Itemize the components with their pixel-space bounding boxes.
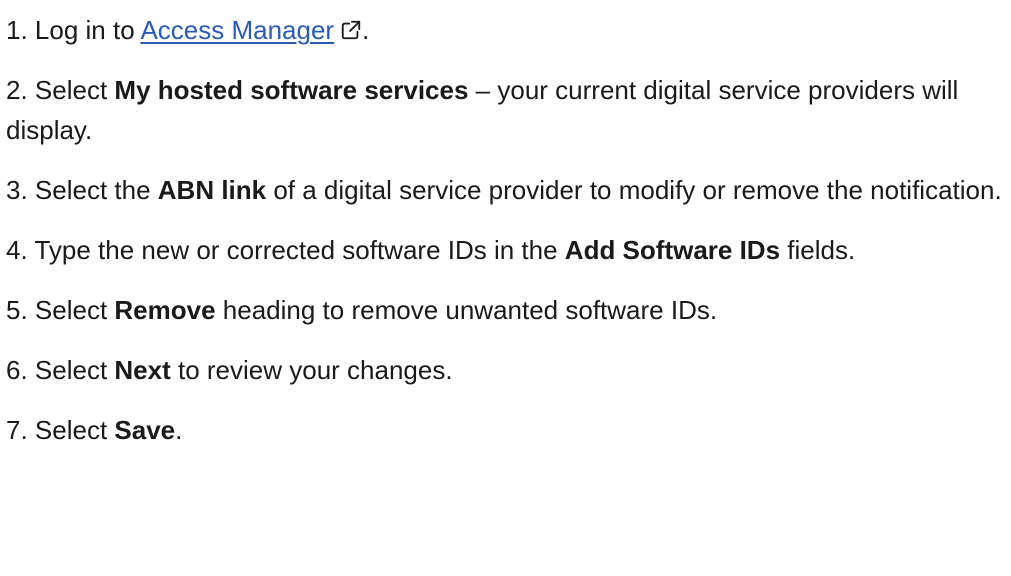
step-5-suffix: heading to remove unwanted software IDs. <box>215 295 718 325</box>
step-3-bold: ABN link <box>157 175 267 205</box>
step-1: 1. Log in to Access Manager. <box>6 10 1006 50</box>
step-7: 7. Select Save. <box>6 410 1006 450</box>
step-4: 4. Type the new or corrected software ID… <box>6 230 1006 270</box>
access-manager-link-label: Access Manager <box>140 15 335 45</box>
step-3-suffix: of a digital service provider to modify … <box>266 175 1002 205</box>
step-3-prefix: 3. Select the <box>6 175 158 205</box>
step-4-suffix: fields. <box>780 235 856 265</box>
step-5-prefix: 5. Select <box>6 295 115 325</box>
step-4-prefix: 4. Type the new or corrected software ID… <box>6 235 565 265</box>
step-1-prefix: 1. Log in to <box>6 15 141 45</box>
step-6-bold: Next <box>114 355 171 385</box>
step-2-bold: My hosted software services <box>114 75 469 105</box>
step-6-prefix: 6. Select <box>6 355 115 385</box>
step-7-prefix: 7. Select <box>6 415 115 445</box>
external-link-icon[interactable] <box>340 19 362 41</box>
step-4-bold: Add Software IDs <box>564 235 781 265</box>
step-5-bold: Remove <box>114 295 216 325</box>
step-7-suffix: . <box>175 415 183 445</box>
step-5: 5. Select Remove heading to remove unwan… <box>6 290 1006 330</box>
step-7-bold: Save <box>114 415 176 445</box>
step-2-prefix: 2. Select <box>6 75 115 105</box>
step-6-suffix: to review your changes. <box>170 355 453 385</box>
access-manager-link[interactable]: Access Manager <box>140 15 334 45</box>
step-3: 3. Select the ABN link of a digital serv… <box>6 170 1006 210</box>
step-2: 2. Select My hosted software services – … <box>6 70 1006 150</box>
step-6: 6. Select Next to review your changes. <box>6 350 1006 390</box>
instruction-steps: 1. Log in to Access Manager. 2. Select M… <box>0 0 1011 450</box>
step-1-suffix: . <box>362 15 370 45</box>
